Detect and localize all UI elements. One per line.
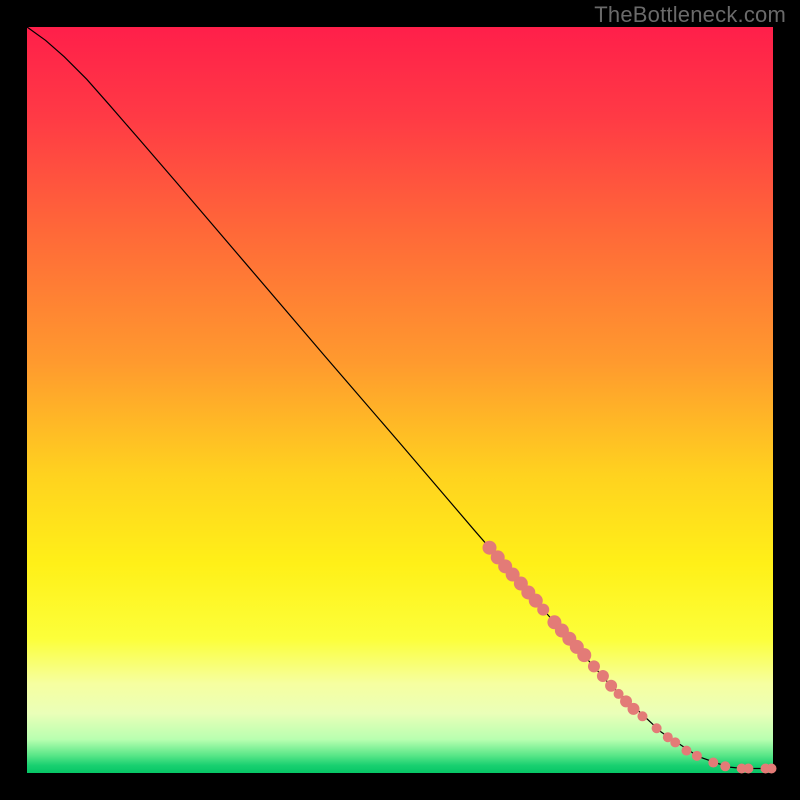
data-marker	[588, 660, 600, 672]
data-marker	[670, 737, 680, 747]
data-marker	[720, 761, 730, 771]
data-marker	[681, 746, 691, 756]
data-marker	[605, 680, 617, 692]
data-marker	[537, 604, 549, 616]
data-marker	[708, 758, 718, 768]
data-marker	[767, 764, 777, 774]
data-marker	[637, 711, 647, 721]
chart-stage: TheBottleneck.com	[0, 0, 800, 800]
data-marker	[577, 648, 591, 662]
chart-svg	[0, 0, 800, 800]
plot-area	[27, 27, 777, 774]
data-marker	[692, 751, 702, 761]
data-marker	[652, 723, 662, 733]
data-marker	[743, 764, 753, 774]
data-marker	[628, 703, 640, 715]
data-marker	[597, 670, 609, 682]
